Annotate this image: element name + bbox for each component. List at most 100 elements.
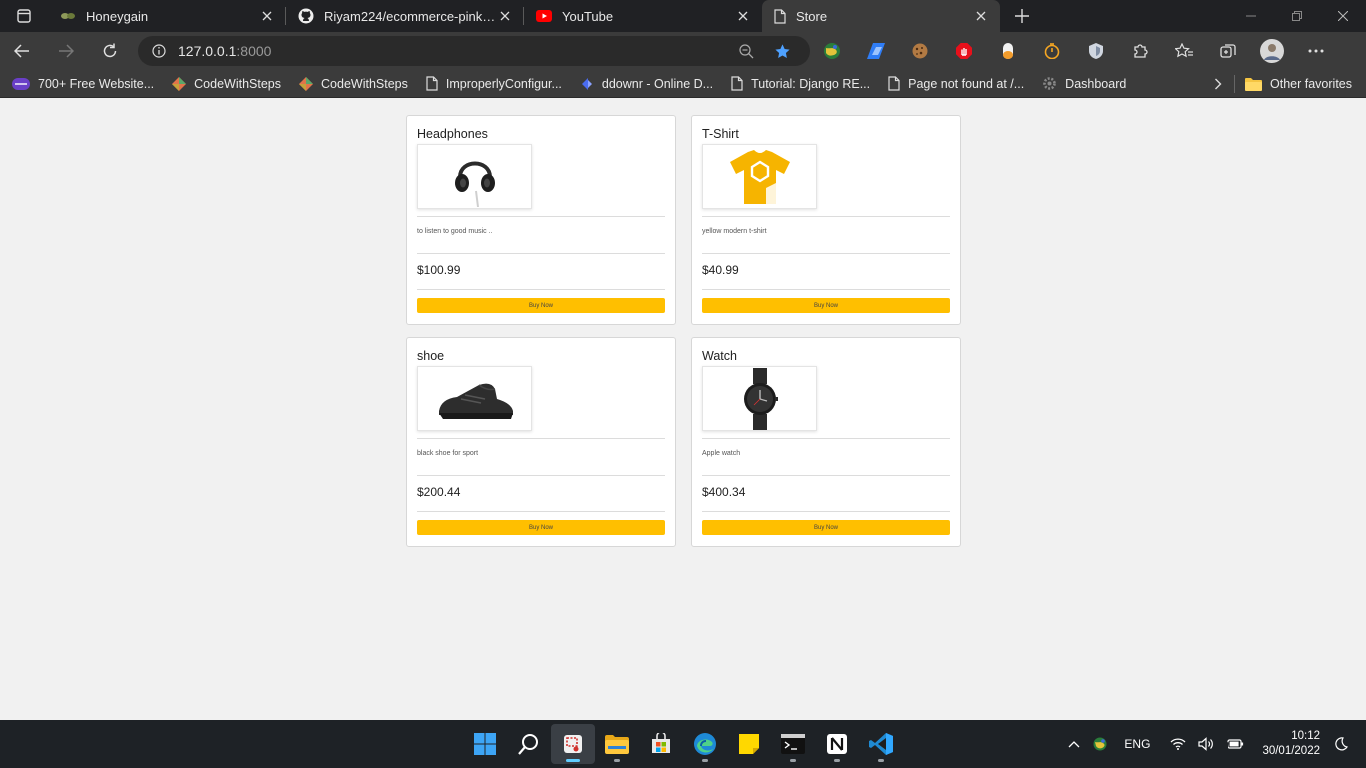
address-bar[interactable]: 127.0.0.1:8000 bbox=[138, 36, 810, 66]
extension-blue-button[interactable] bbox=[854, 32, 898, 70]
info-icon[interactable] bbox=[152, 44, 166, 58]
start-button[interactable] bbox=[463, 724, 507, 764]
bookmark-page-not-found[interactable]: Page not found at /... bbox=[888, 76, 1024, 91]
volume-icon[interactable] bbox=[1198, 737, 1214, 751]
close-tab-button[interactable] bbox=[258, 7, 276, 25]
bookmark-label: CodeWithSteps bbox=[321, 76, 408, 91]
edge-browser-app[interactable] bbox=[683, 724, 727, 764]
bookmark-codewithsteps[interactable]: CodeWithSteps bbox=[172, 76, 282, 91]
clock[interactable]: 10:12 30/01/2022 bbox=[1262, 729, 1320, 759]
tab-title: Honeygain bbox=[86, 8, 149, 24]
snipping-tool-icon bbox=[564, 735, 582, 753]
buy-now-button[interactable]: Buy Now bbox=[417, 520, 665, 535]
close-window-button[interactable] bbox=[1320, 0, 1366, 32]
extensions-button[interactable] bbox=[1118, 32, 1162, 70]
ddownr-icon bbox=[581, 77, 592, 90]
hand-stop-icon bbox=[956, 43, 972, 59]
url-text[interactable]: 127.0.0.1:8000 bbox=[178, 43, 728, 59]
divider bbox=[417, 289, 665, 290]
sticky-notes-app[interactable] bbox=[727, 724, 771, 764]
refresh-button[interactable] bbox=[88, 32, 132, 70]
extension-honeygain-button[interactable] bbox=[986, 32, 1030, 70]
avatar bbox=[1260, 39, 1284, 63]
buy-now-button[interactable]: Buy Now bbox=[417, 298, 665, 313]
pill-icon bbox=[1003, 43, 1013, 59]
product-image bbox=[702, 144, 817, 209]
language-indicator[interactable]: ENG bbox=[1124, 737, 1150, 751]
extension-globe-button[interactable] bbox=[810, 32, 854, 70]
blue-extension-icon bbox=[867, 43, 885, 59]
browser-tab-strip: Honeygain Riyam224/ecommerce-pink-dj You… bbox=[0, 0, 1366, 32]
terminal-app[interactable] bbox=[771, 724, 815, 764]
favorite-star-button[interactable] bbox=[764, 36, 800, 66]
extension-cookie-button[interactable] bbox=[898, 32, 942, 70]
tab-store[interactable]: Store bbox=[762, 0, 1000, 32]
close-tab-button[interactable] bbox=[734, 7, 752, 25]
product-title: Watch bbox=[702, 349, 737, 363]
tab-youtube[interactable]: YouTube bbox=[524, 0, 762, 32]
close-tab-button[interactable] bbox=[972, 7, 990, 25]
collections-button[interactable] bbox=[1206, 32, 1250, 70]
extension-shield-button[interactable] bbox=[1074, 32, 1118, 70]
zoom-button[interactable] bbox=[728, 36, 764, 66]
bookmark-django-tutorial[interactable]: Tutorial: Django RE... bbox=[731, 76, 870, 91]
favorites-button[interactable] bbox=[1162, 32, 1206, 70]
bookmark-label: CodeWithSteps bbox=[194, 76, 282, 91]
tab-github[interactable]: Riyam224/ecommerce-pink-dj bbox=[286, 0, 524, 32]
forward-button[interactable] bbox=[44, 32, 88, 70]
favorites-bar: 700+ Free Website... CodeWithSteps CodeW… bbox=[0, 70, 1366, 98]
snipping-tool-app[interactable] bbox=[551, 724, 595, 764]
restore-button[interactable] bbox=[1274, 0, 1320, 32]
bookmark-improperlyconfigured[interactable]: ImproperlyConfigur... bbox=[426, 76, 562, 91]
other-favorites-button[interactable]: Other favorites bbox=[1245, 77, 1352, 91]
back-button[interactable] bbox=[0, 32, 44, 70]
buy-now-button[interactable]: Buy Now bbox=[702, 298, 950, 313]
shoe-image bbox=[438, 383, 513, 419]
tab-title: Store bbox=[796, 8, 828, 24]
bookmark-codewithsteps[interactable]: CodeWithSteps bbox=[299, 76, 408, 91]
show-hidden-icons-button[interactable] bbox=[1068, 740, 1080, 748]
notion-app[interactable] bbox=[815, 724, 859, 764]
profile-button[interactable] bbox=[1250, 32, 1294, 70]
tab-honeygain[interactable]: Honeygain bbox=[48, 0, 286, 32]
tray-globe-button[interactable] bbox=[1092, 737, 1108, 751]
star-icon bbox=[774, 43, 790, 58]
extension-adblock-button[interactable] bbox=[942, 32, 986, 70]
minimize-button[interactable] bbox=[1228, 0, 1274, 32]
tab-actions-button[interactable] bbox=[0, 0, 48, 32]
tab-title: YouTube bbox=[562, 8, 614, 24]
more-favorites-button[interactable] bbox=[1214, 78, 1222, 90]
page-icon bbox=[731, 76, 743, 91]
windows-taskbar: ENG 10:12 30/01/2022 bbox=[0, 720, 1366, 768]
close-icon bbox=[500, 11, 510, 21]
extension-timer-button[interactable] bbox=[1030, 32, 1074, 70]
settings-menu-button[interactable] bbox=[1294, 32, 1338, 70]
vscode-app[interactable] bbox=[859, 724, 903, 764]
product-card: shoe black shoe for sport $200.44 Buy No… bbox=[406, 337, 676, 547]
wifi-icon[interactable] bbox=[1170, 738, 1186, 750]
product-description: yellow modern t-shirt bbox=[702, 228, 767, 235]
search-button[interactable] bbox=[507, 724, 551, 764]
product-price: $400.34 bbox=[702, 485, 746, 499]
bookmark-dashboard[interactable]: Dashboard bbox=[1042, 76, 1126, 91]
microsoft-store-app[interactable] bbox=[639, 724, 683, 764]
battery-icon[interactable] bbox=[1226, 738, 1244, 750]
divider bbox=[417, 438, 665, 439]
bookmark-ddownr[interactable]: ddownr - Online D... bbox=[580, 77, 713, 91]
close-tab-button[interactable] bbox=[496, 7, 514, 25]
file-explorer-app[interactable] bbox=[595, 724, 639, 764]
bookmark-colorlib[interactable]: 700+ Free Website... bbox=[12, 77, 154, 91]
close-icon bbox=[738, 11, 748, 21]
folder-icon bbox=[1245, 77, 1263, 91]
clock-time: 10:12 bbox=[1291, 730, 1320, 742]
product-price: $100.99 bbox=[417, 263, 461, 277]
product-description: to listen to good music .. bbox=[417, 228, 493, 235]
divider bbox=[702, 253, 950, 254]
notifications-button[interactable] bbox=[1334, 737, 1348, 751]
shield-icon bbox=[1089, 43, 1103, 59]
buy-now-button[interactable]: Buy Now bbox=[702, 520, 950, 535]
browser-toolbar: 127.0.0.1:8000 bbox=[0, 32, 1366, 70]
new-tab-button[interactable] bbox=[1000, 0, 1044, 32]
more-horizontal-icon bbox=[1308, 49, 1324, 53]
taskbar-apps bbox=[463, 720, 903, 768]
